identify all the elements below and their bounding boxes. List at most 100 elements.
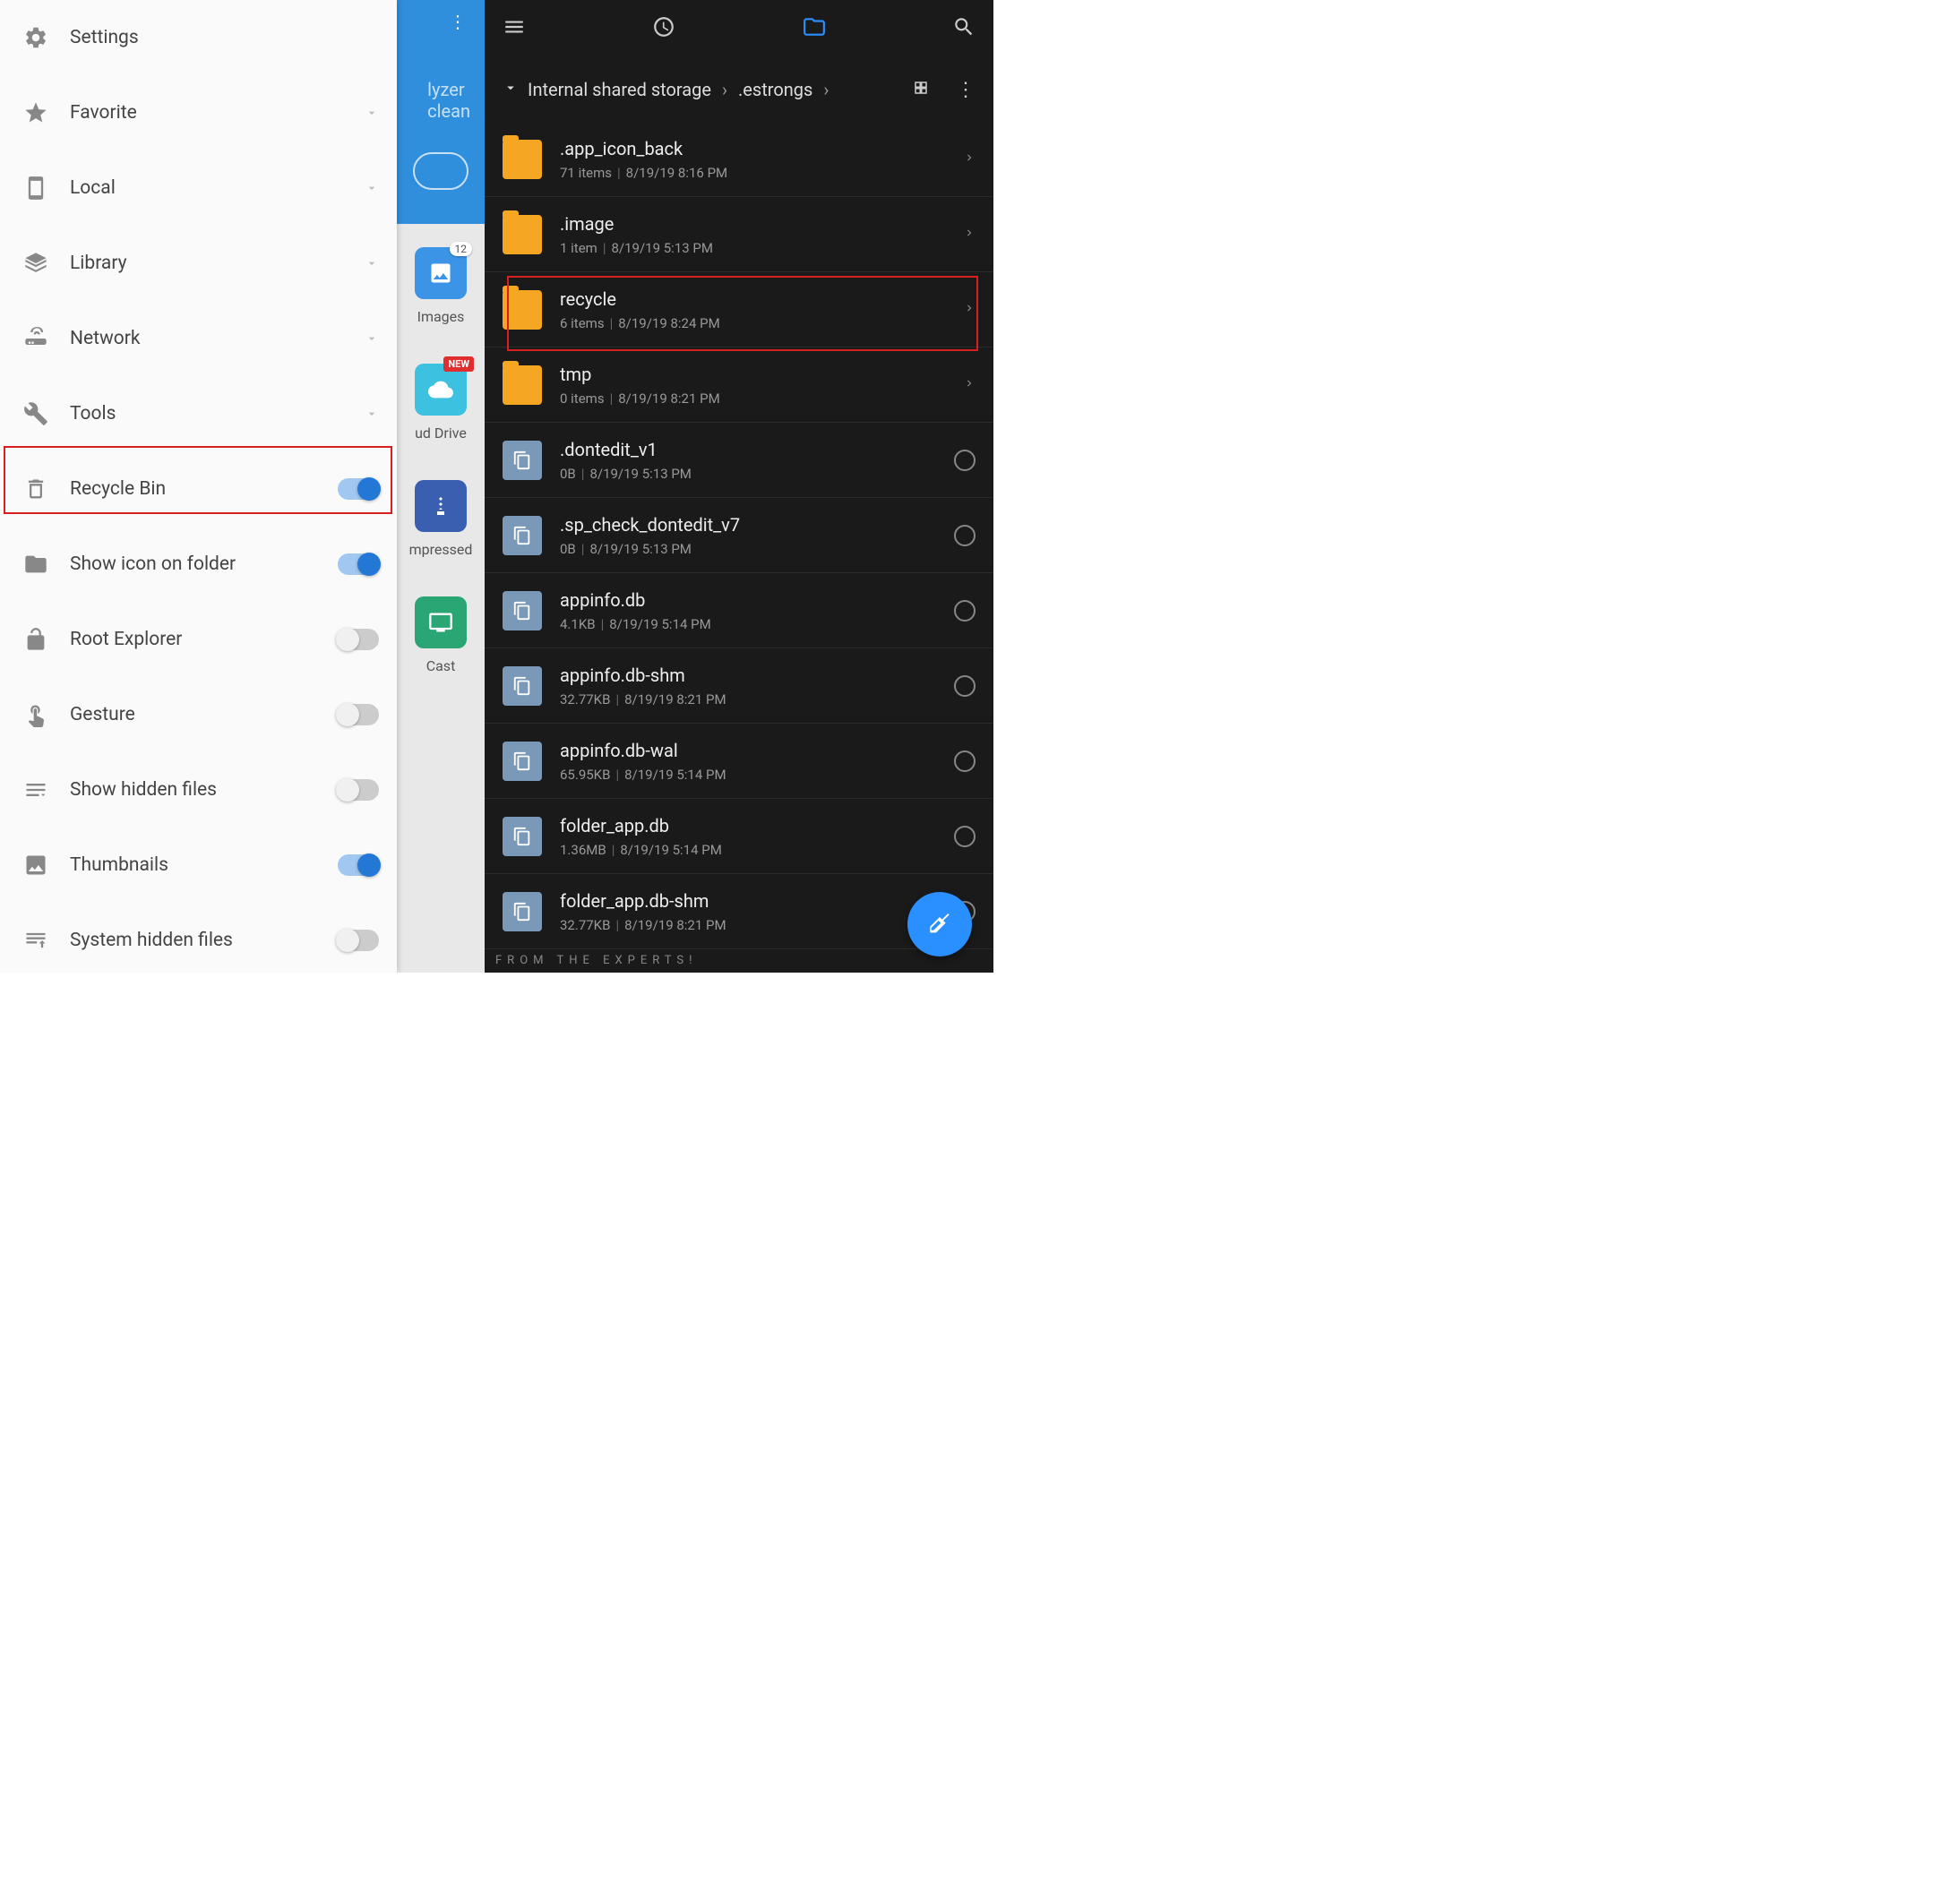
menu-item-recycle-bin[interactable]: Recycle Bin xyxy=(0,451,397,527)
layers-icon xyxy=(23,251,48,276)
menu-label: Root Explorer xyxy=(70,629,338,650)
menu-item-local[interactable]: Local xyxy=(0,150,397,226)
file-meta: 4.1KB|8/19/19 5:14 PM xyxy=(560,616,954,632)
menu-item-root-explorer[interactable]: Root Explorer xyxy=(0,602,397,677)
file-name: appinfo.db xyxy=(560,589,954,611)
bg-tile-drive: ud Drive xyxy=(415,425,467,442)
toggle-show-hidden-files[interactable] xyxy=(338,779,379,801)
star-icon xyxy=(23,100,48,125)
folder-icon xyxy=(503,290,542,330)
file-meta: 65.95KB|8/19/19 5:14 PM xyxy=(560,767,954,783)
grid-view-icon[interactable] xyxy=(913,80,929,99)
menu-item-gesture[interactable]: Gesture xyxy=(0,677,397,752)
file-meta: 32.77KB|8/19/19 8:21 PM xyxy=(560,917,954,933)
hamburger-icon[interactable] xyxy=(503,15,526,42)
breadcrumb-expand-icon[interactable] xyxy=(503,80,519,99)
file-name: folder_app.db-shm xyxy=(560,890,954,912)
toggle-system-hidden-files[interactable] xyxy=(338,930,379,951)
file-meta: 0 items|8/19/19 8:21 PM xyxy=(560,390,963,407)
clock-tab-icon[interactable] xyxy=(652,15,675,42)
menu-label: Tools xyxy=(70,403,365,425)
file-name: appinfo.db-wal xyxy=(560,740,954,761)
file-row-folder-app-db[interactable]: folder_app.db 1.36MB|8/19/19 5:14 PM xyxy=(485,799,993,874)
bg-text-clean: clean xyxy=(427,100,470,122)
folder-icon xyxy=(503,215,542,254)
file-name: appinfo.db-shm xyxy=(560,665,954,686)
bg-tile-compressed: mpressed xyxy=(409,541,473,558)
menu-label: Recycle Bin xyxy=(70,478,338,500)
document-icon xyxy=(503,817,542,856)
trash-icon xyxy=(23,476,48,502)
select-radio[interactable] xyxy=(954,600,976,622)
menu-item-tools[interactable]: Tools xyxy=(0,376,397,451)
chevron-down-icon xyxy=(365,106,379,120)
folder-eye-icon xyxy=(23,552,48,577)
menu-label: Show icon on folder xyxy=(70,553,338,575)
bg-tile-images: Images xyxy=(417,308,465,325)
chevron-right-icon xyxy=(963,301,976,318)
folder-row-recycle[interactable]: recycle6 items|8/19/19 8:24 PM xyxy=(485,272,993,347)
folder-row-tmp[interactable]: tmp 0 items|8/19/19 8:21 PM xyxy=(485,347,993,423)
chevron-right-icon xyxy=(963,226,976,243)
router-icon xyxy=(23,326,48,351)
menu-label: Thumbnails xyxy=(70,854,338,876)
toggle-recycle-bin[interactable] xyxy=(338,478,379,500)
folder-tab-icon[interactable] xyxy=(803,15,826,42)
file-name: .image xyxy=(560,213,963,235)
folder-row--image[interactable]: .image 1 item|8/19/19 5:13 PM xyxy=(485,197,993,272)
settings-drawer: Settings Favorite Local LibraryNetwork Tools… xyxy=(0,0,397,973)
toggle-thumbnails[interactable] xyxy=(338,854,379,876)
key-icon xyxy=(23,627,48,652)
file-list: .app_icon_back71 items|8/19/19 8:16 PM.i… xyxy=(485,122,993,949)
select-radio[interactable] xyxy=(954,675,976,697)
menu-label: System hidden files xyxy=(70,930,338,951)
sys-hidden-icon xyxy=(23,928,48,953)
thumb-icon xyxy=(23,853,48,878)
chevron-down-icon xyxy=(365,407,379,421)
menu-item-show-hidden-files[interactable]: Show hidden files xyxy=(0,752,397,828)
document-icon xyxy=(503,742,542,781)
lines-hidden-icon xyxy=(23,777,48,802)
chevron-down-icon xyxy=(365,256,379,270)
file-meta: 0B|8/19/19 5:13 PM xyxy=(560,541,954,557)
menu-label: Show hidden files xyxy=(70,779,338,801)
file-row-appinfo-db-wal[interactable]: appinfo.db-wal 65.95KB|8/19/19 5:14 PM xyxy=(485,724,993,799)
file-row-appinfo-db-shm[interactable]: appinfo.db-shm32.77KB|8/19/19 8:21 PM xyxy=(485,648,993,724)
menu-item-network[interactable]: Network xyxy=(0,301,397,376)
select-radio[interactable] xyxy=(954,750,976,772)
chevron-right-icon xyxy=(963,376,976,393)
file-meta: 1 item|8/19/19 5:13 PM xyxy=(560,240,963,256)
menu-label: Favorite xyxy=(70,102,365,124)
menu-item-show-icon-on-folder[interactable]: Show icon on folder xyxy=(0,527,397,602)
file-meta: 1.36MB|8/19/19 5:14 PM xyxy=(560,842,954,858)
select-radio[interactable] xyxy=(954,826,976,847)
file-row--sp-check-dontedit-v7[interactable]: .sp_check_dontedit_v70B|8/19/19 5:13 PM xyxy=(485,498,993,573)
file-name: folder_app.db xyxy=(560,815,954,836)
fab-clean-button[interactable] xyxy=(907,892,972,956)
folder-icon xyxy=(503,140,542,179)
file-row-appinfo-db[interactable]: appinfo.db 4.1KB|8/19/19 5:14 PM xyxy=(485,573,993,648)
bg-tile-cast: Cast xyxy=(426,657,456,674)
select-radio[interactable] xyxy=(954,450,976,471)
menu-item-library[interactable]: Library xyxy=(0,226,397,301)
menu-label: Local xyxy=(70,177,365,199)
menu-item-thumbnails[interactable]: Thumbnails xyxy=(0,828,397,903)
menu-item-system-hidden-files[interactable]: System hidden files xyxy=(0,903,397,973)
more-menu-icon[interactable]: ⋮ xyxy=(956,79,976,101)
file-row--dontedit-v1[interactable]: .dontedit_v10B|8/19/19 5:13 PM xyxy=(485,423,993,498)
menu-item-favorite[interactable]: Favorite xyxy=(0,75,397,150)
breadcrumb-current[interactable]: .estrongs xyxy=(738,79,812,100)
file-meta: 0B|8/19/19 5:13 PM xyxy=(560,466,954,482)
toggle-show-icon-on-folder[interactable] xyxy=(338,553,379,575)
breadcrumb-root[interactable]: Internal shared storage xyxy=(528,79,711,100)
search-icon[interactable] xyxy=(952,15,976,42)
document-icon xyxy=(503,441,542,480)
phone-icon xyxy=(23,176,48,201)
toggle-gesture[interactable] xyxy=(338,704,379,725)
badge-count: 12 xyxy=(450,242,473,256)
toggle-root-explorer[interactable] xyxy=(338,629,379,650)
folder-row--app-icon-back[interactable]: .app_icon_back71 items|8/19/19 8:16 PM xyxy=(485,122,993,197)
select-radio[interactable] xyxy=(954,525,976,546)
file-name: tmp xyxy=(560,364,963,385)
menu-item-settings[interactable]: Settings xyxy=(0,0,397,75)
